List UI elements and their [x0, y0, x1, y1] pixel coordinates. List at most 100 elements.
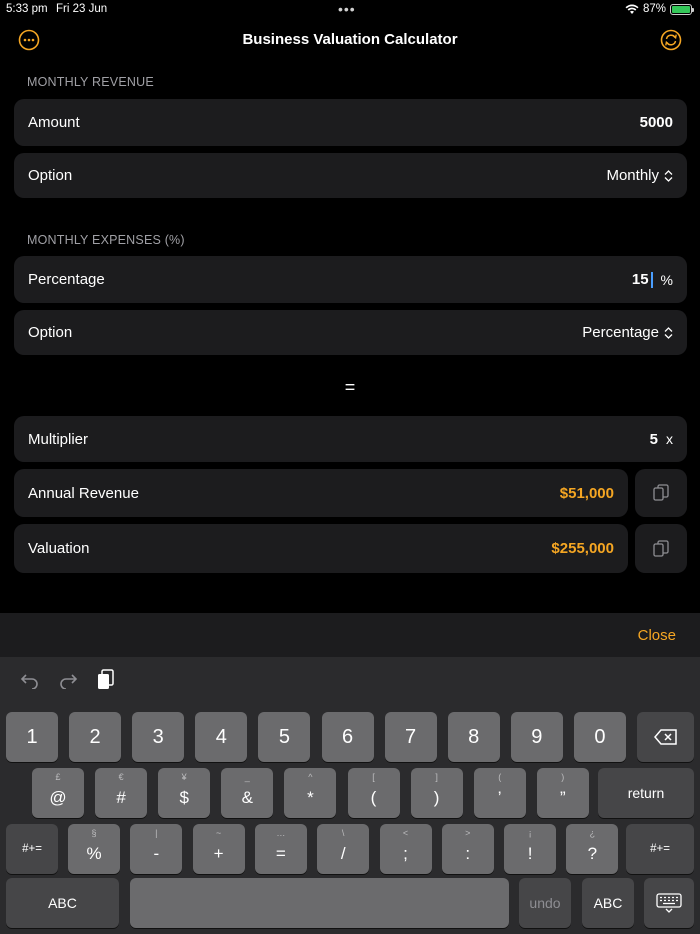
multiplier-label: Multiplier [28, 430, 89, 448]
space-bar[interactable] [130, 878, 509, 928]
wifi-icon [625, 4, 639, 14]
percentage-input[interactable]: 15 [632, 271, 649, 288]
key-1[interactable]: 1 [6, 712, 58, 762]
key-symbol[interactable]: | - [130, 824, 183, 874]
copy-icon [653, 539, 669, 557]
multiplier-row[interactable]: Multiplier 5 x [14, 416, 687, 462]
chevron-up-down-icon [664, 326, 673, 339]
key-label: ( [370, 788, 377, 807]
key-label: $ [179, 788, 189, 807]
symbols-toggle-key-right[interactable]: #+= [626, 824, 694, 874]
valuation-value: $255,000 [551, 540, 614, 557]
key-3[interactable]: 3 [132, 712, 185, 762]
key-9[interactable]: 9 [510, 712, 563, 762]
key-label: ” [559, 788, 566, 807]
key-symbol[interactable]: <; [379, 824, 432, 874]
close-button[interactable]: Close [638, 627, 676, 644]
paste-icon[interactable] [96, 669, 116, 691]
key-symbol[interactable]: ¡! [504, 824, 557, 874]
chevron-up-down-icon [664, 169, 673, 182]
key-label: ABC [48, 895, 77, 911]
key-label: 0 [594, 725, 606, 748]
key-alt-label: € [118, 772, 124, 782]
key-symbol[interactable]: _ & [221, 768, 274, 818]
key-4[interactable]: 4 [195, 712, 248, 762]
key-5[interactable]: 5 [258, 712, 311, 762]
section-header-revenue: MONTHLY REVENUE [27, 75, 154, 89]
key-7[interactable]: 7 [384, 712, 437, 762]
valuation-label: Valuation [28, 540, 90, 557]
key-symbol[interactable]: (’ [473, 768, 526, 818]
revenue-option-picker[interactable]: Monthly [606, 167, 673, 184]
refresh-circle-icon [660, 29, 682, 51]
percentage-row[interactable]: Percentage 15 % [14, 256, 687, 303]
key-6[interactable]: 6 [321, 712, 374, 762]
expenses-option-picker[interactable]: Percentage [582, 324, 673, 341]
key-alt-label: \ [341, 828, 345, 838]
key-symbol[interactable]: >: [441, 824, 494, 874]
return-key[interactable]: return [598, 768, 694, 818]
amount-row[interactable]: Amount 5000 [14, 99, 687, 146]
amount-label: Amount [28, 114, 80, 131]
key-alt-label: _ [244, 772, 250, 782]
reset-button[interactable] [660, 29, 682, 51]
page-title: Business Valuation Calculator [242, 31, 458, 48]
key-symbol[interactable]: ¥ $ [158, 768, 211, 818]
revenue-option-row[interactable]: Option Monthly [14, 153, 687, 198]
key-symbol[interactable]: §% [68, 824, 120, 874]
delete-key[interactable] [637, 712, 694, 762]
key-symbol[interactable]: )” [536, 768, 589, 818]
equals-sign: = [344, 377, 356, 397]
key-alt-label: § [91, 828, 97, 838]
key-symbol[interactable]: € # [95, 768, 148, 818]
keyboard-dismiss-icon [656, 893, 682, 913]
key-label: = [275, 844, 286, 863]
key-label: ; [403, 844, 408, 863]
key-symbol[interactable]: [( [347, 768, 400, 818]
key-label: ’ [497, 788, 502, 807]
status-time: 5:33 pm [6, 3, 48, 15]
key-label: / [340, 844, 346, 863]
key-8[interactable]: 8 [447, 712, 500, 762]
key-0[interactable]: 0 [573, 712, 626, 762]
multitasking-dots[interactable]: ••• [338, 1, 356, 17]
delete-icon [653, 729, 677, 745]
amount-input[interactable]: 5000 [640, 114, 673, 131]
key-symbol[interactable]: ^ * [284, 768, 337, 818]
key-label: 7 [405, 725, 417, 748]
key-label: 5 [278, 725, 290, 748]
key-2[interactable]: 2 [69, 712, 122, 762]
copy-annual-revenue-button[interactable] [635, 469, 687, 517]
key-symbol[interactable]: ¿? [566, 824, 619, 874]
multiplier-input[interactable]: 5 [650, 431, 658, 448]
key-label: 1 [26, 725, 38, 748]
abc-key-left[interactable]: ABC [6, 878, 119, 928]
section-header-expenses: MONTHLY EXPENSES (%) [27, 233, 185, 247]
key-symbol[interactable]: ]) [410, 768, 463, 818]
redo-icon[interactable] [58, 671, 78, 689]
key-label: ? [587, 844, 598, 863]
key-alt-label: ) [561, 772, 565, 782]
copy-valuation-button[interactable] [635, 524, 687, 573]
key-symbol[interactable]: … = [254, 824, 307, 874]
undo-key[interactable]: undo [519, 878, 571, 928]
key-symbol[interactable]: £ @ [32, 768, 84, 818]
expenses-option-row[interactable]: Option Percentage [14, 310, 687, 355]
key-symbol[interactable]: \ / [317, 824, 370, 874]
key-alt-label: [ [372, 772, 375, 782]
abc-key-right[interactable]: ABC [582, 878, 634, 928]
percentage-label: Percentage [28, 271, 105, 288]
key-label: ABC [593, 895, 623, 911]
hide-keyboard-key[interactable] [644, 878, 694, 928]
multiplier-unit: x [666, 431, 673, 447]
key-label: 4 [215, 725, 227, 748]
undo-icon[interactable] [20, 671, 40, 689]
key-label: undo [529, 895, 561, 911]
percentage-unit: % [660, 271, 673, 288]
revenue-option-value: Monthly [606, 167, 659, 184]
key-alt-label: ] [435, 772, 438, 782]
symbols-toggle-key-left[interactable]: #+= [6, 824, 58, 874]
key-symbol[interactable]: ~ + [192, 824, 245, 874]
key-alt-label: £ [55, 772, 61, 782]
key-label: & [241, 788, 253, 807]
